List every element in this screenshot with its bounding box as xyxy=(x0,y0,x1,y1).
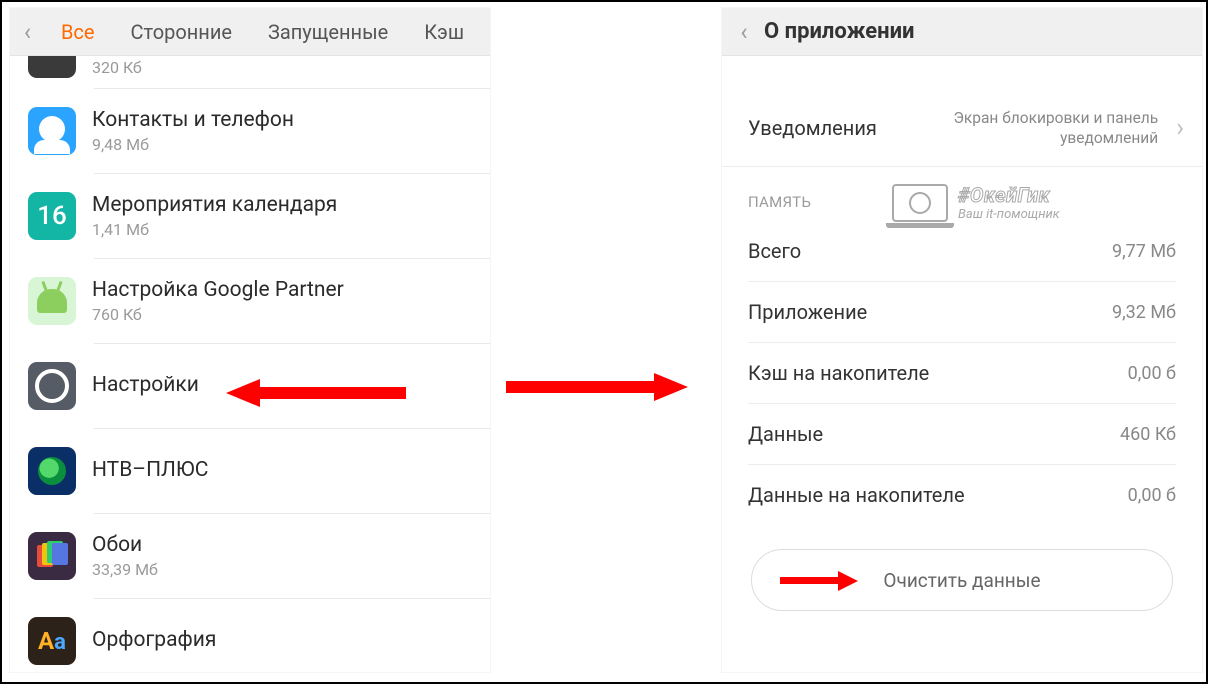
tab-cache[interactable]: Кэш xyxy=(406,20,482,44)
app-size: 1,41 Мб xyxy=(92,220,337,239)
app-list-screen: ‹ Все Сторонние Запущенные Кэш 320 Кб Ко… xyxy=(10,8,490,672)
row-value: 460 Кб xyxy=(1120,424,1176,445)
app-list-tabs: Все Сторонние Запущенные Кэш xyxy=(37,20,482,44)
app-title: Орфография xyxy=(92,628,216,653)
row-value: 0,00 б xyxy=(1128,485,1176,506)
row-label: Всего xyxy=(748,239,801,263)
row-data-storage: Данные на накопителе 0,00 б xyxy=(722,465,1202,525)
app-row-ntv[interactable]: НТВ–ПЛЮС xyxy=(10,429,490,513)
app-row-wallpapers[interactable]: Обои 33,39 Мб xyxy=(10,514,490,598)
row-value: 9,32 Мб xyxy=(1112,302,1176,323)
watermark-logo: #ОкейГик Ваш it-помощник xyxy=(892,184,1060,222)
app-size: 320 Кб xyxy=(92,58,142,77)
chevron-right-icon: › xyxy=(1168,113,1184,143)
row-cache: Кэш на накопителе 0,00 б xyxy=(722,343,1202,403)
page-title: О приложении xyxy=(758,19,915,44)
row-data: Данные 460 Кб xyxy=(722,404,1202,464)
clear-data-label: Очистить данные xyxy=(883,569,1040,592)
row-value: 0,00 б xyxy=(1128,363,1176,384)
watermark-title: #ОкейГик xyxy=(958,185,1060,205)
app-row-partial[interactable]: 320 Кб xyxy=(10,56,490,88)
row-label: Кэш на накопителе xyxy=(748,361,929,385)
row-value: 9,77 Мб xyxy=(1112,241,1176,262)
row-label: Приложение xyxy=(748,300,867,324)
laptop-icon xyxy=(892,184,948,222)
app-info-screen: ‹ О приложении Уведомления Экран блокиро… xyxy=(722,8,1202,672)
section-memory-label: ПАМЯТЬ xyxy=(748,193,811,211)
wallpapers-icon xyxy=(28,532,76,580)
calendar-16-icon: 16 xyxy=(28,192,76,240)
app-row-spelling[interactable]: Aa Орфография xyxy=(10,599,490,672)
back-icon[interactable]: ‹ xyxy=(730,20,758,44)
app-title: Обои xyxy=(92,533,158,558)
app-row-google-partner[interactable]: Настройка Google Partner 760 Кб xyxy=(10,259,490,343)
ntv-icon xyxy=(28,447,76,495)
tab-all[interactable]: Все xyxy=(43,20,113,44)
back-icon[interactable]: ‹ xyxy=(18,20,37,44)
aa-icon: Aa xyxy=(28,617,76,665)
row-total: Всего 9,77 Мб xyxy=(722,221,1202,281)
android-icon xyxy=(28,277,76,325)
contact-icon xyxy=(28,107,76,155)
tab-running[interactable]: Запущенные xyxy=(250,20,406,44)
gear-icon xyxy=(28,362,76,410)
app-size: 33,39 Мб xyxy=(92,560,158,579)
watermark-subtitle: Ваш it-помощник xyxy=(958,208,1060,221)
app-title: Настройки xyxy=(92,373,199,398)
app-row-contacts[interactable]: Контакты и телефон 9,48 Мб xyxy=(10,89,490,173)
row-label: Данные xyxy=(748,422,823,446)
app-list: 320 Кб Контакты и телефон 9,48 Мб 16 Мер… xyxy=(10,56,490,672)
notifications-label: Уведомления xyxy=(748,116,877,140)
app-size: 9,48 Мб xyxy=(92,135,294,154)
app-title: Мероприятия календаря xyxy=(92,193,337,218)
row-app: Приложение 9,32 Мб xyxy=(722,282,1202,342)
tab-third-party[interactable]: Сторонние xyxy=(112,20,249,44)
app-size: 760 Кб xyxy=(92,305,344,324)
app-list-header: ‹ Все Сторонние Запущенные Кэш xyxy=(10,8,490,56)
app-title: Настройка Google Partner xyxy=(92,278,344,303)
app-title: НТВ–ПЛЮС xyxy=(92,458,208,483)
row-label: Данные на накопителе xyxy=(748,483,965,507)
clear-data-button[interactable]: Очистить данные xyxy=(751,549,1173,611)
clear-data-row: Очистить данные xyxy=(722,525,1202,611)
app-icon-generic xyxy=(28,56,76,78)
row-notifications[interactable]: Уведомления Экран блокировки и панель ув… xyxy=(722,90,1202,167)
app-title: Контакты и телефон xyxy=(92,108,294,133)
app-row-calendar[interactable]: 16 Мероприятия календаря 1,41 Мб xyxy=(10,174,490,258)
notifications-value: Экран блокировки и панель уведомлений xyxy=(887,108,1158,148)
app-info-header: ‹ О приложении xyxy=(722,8,1202,56)
